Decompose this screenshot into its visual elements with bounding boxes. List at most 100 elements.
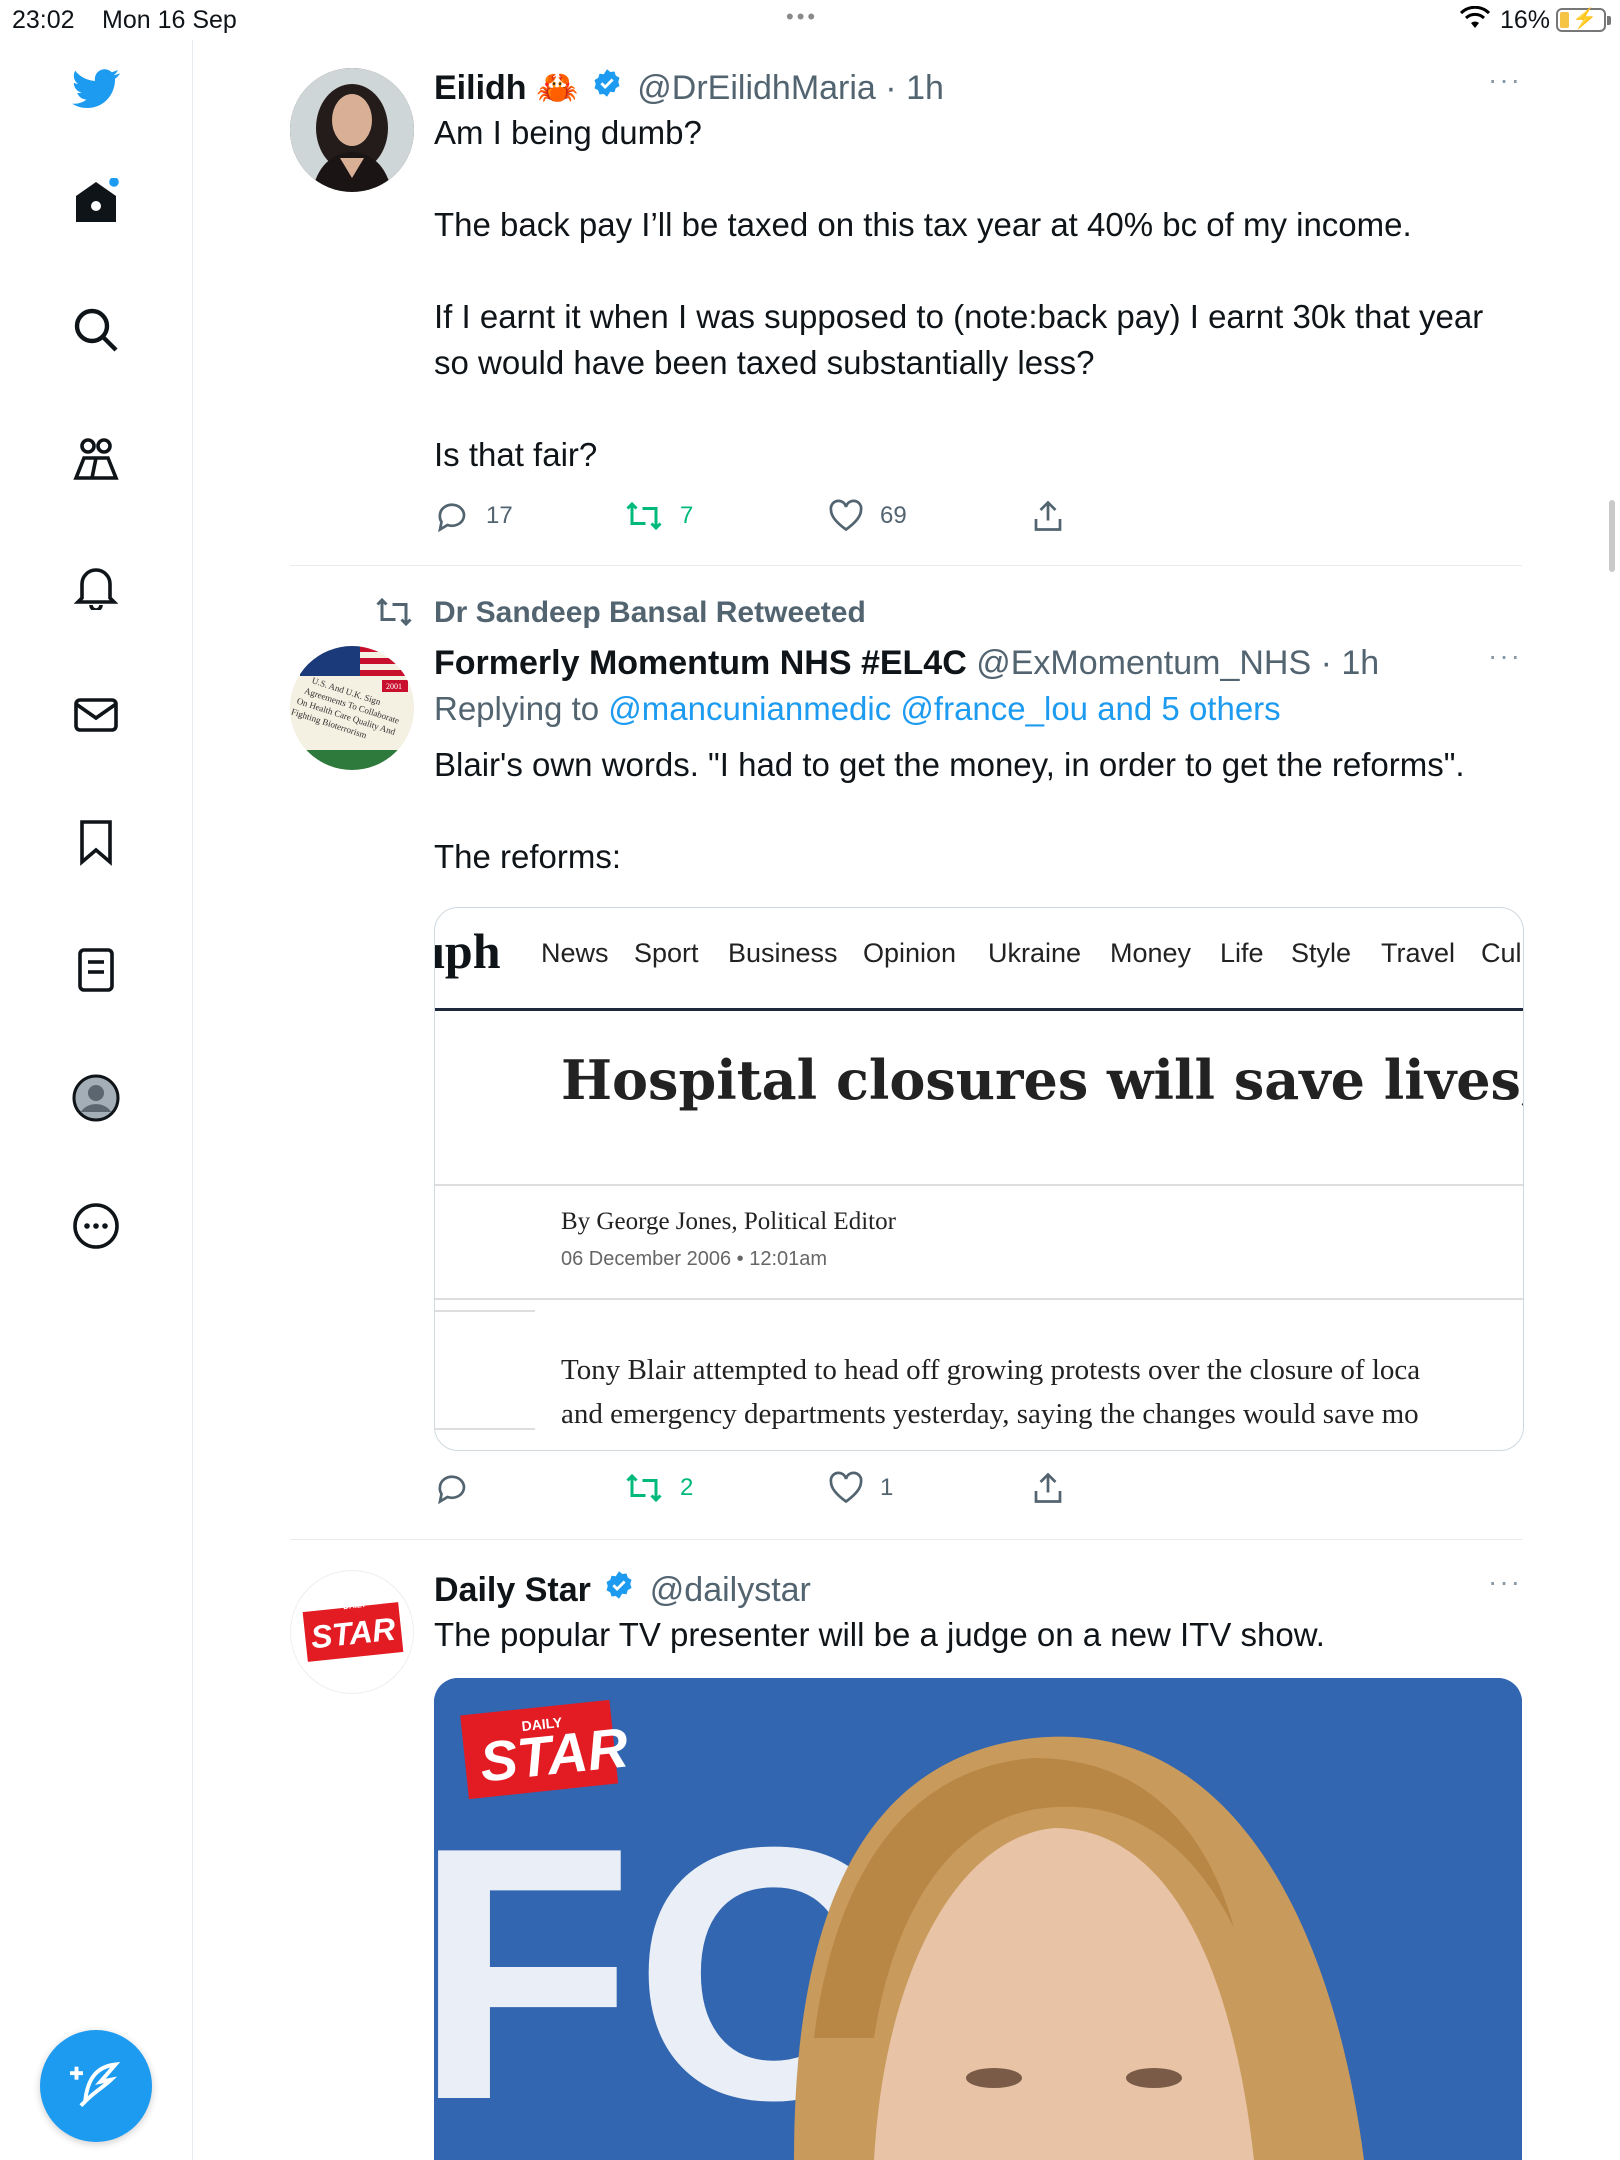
bell-icon[interactable]	[64, 554, 128, 618]
nav-item: Cul	[1481, 938, 1522, 968]
author-name[interactable]: Daily Star	[434, 1571, 591, 1609]
tweet-paragraph: The reforms:	[434, 838, 622, 875]
crab-emoji: 🦀	[536, 68, 579, 107]
retweet-indicator-icon	[374, 594, 414, 634]
retweeted-by[interactable]: Dr Sandeep Bansal Retweeted	[434, 590, 866, 636]
like-count: 1	[880, 1474, 894, 1501]
share-icon	[1034, 1472, 1062, 1503]
sidebar	[0, 40, 193, 2160]
nav-item: Travel	[1381, 938, 1456, 968]
nav-item: Style	[1291, 938, 1352, 968]
share-button[interactable]	[1030, 1470, 1066, 1506]
author-name[interactable]: Eilidh	[434, 69, 527, 107]
article-headline: Hospital closures will save lives, says …	[561, 1048, 1523, 1112]
retweet-button[interactable]: 2	[624, 1470, 693, 1506]
wifi-icon	[1459, 5, 1491, 37]
nav-item: Life	[1220, 938, 1264, 968]
article-date: 06 December 2006 • 12:01am	[561, 1248, 828, 1270]
compose-button[interactable]	[40, 2030, 152, 2142]
more-icon[interactable]	[64, 1194, 128, 1258]
nav-item: Ukraine	[988, 938, 1082, 968]
scrollbar[interactable]	[1609, 500, 1615, 572]
more-options-icon[interactable]: ···	[1488, 640, 1522, 672]
share-icon	[1034, 500, 1062, 531]
status-bar: 23:02 Mon 16 Sep ••• 16% ⚡	[0, 0, 1620, 40]
compose-icon	[70, 2058, 122, 2115]
like-button[interactable]: 1	[828, 1470, 893, 1506]
nav-item: Opinion	[863, 938, 957, 968]
verified-badge-icon	[604, 1566, 634, 1612]
divider	[290, 1539, 1522, 1540]
retweet-icon	[626, 1473, 662, 1503]
lists-icon[interactable]	[64, 938, 128, 1002]
replying-to: Replying to @mancunianmedic @france_lou …	[434, 686, 1522, 732]
reply-count: 17	[486, 502, 513, 529]
status-date: Mon 16 Sep	[102, 6, 237, 34]
nav-item: News	[541, 938, 609, 968]
tweet-media-image[interactable]: FOX STAR DAILY	[434, 1678, 1522, 2160]
replying-prefix: Replying to	[434, 690, 600, 727]
reply-icon	[438, 503, 466, 533]
replying-to-links[interactable]: @mancunianmedic @france_lou and 5 others	[608, 690, 1280, 727]
link-preview-card[interactable]: ıph News Sport Business Opinion Ukraine …	[434, 907, 1524, 1451]
tweet-paragraph: Blair's own words. "I had to get the mon…	[434, 746, 1465, 783]
nav-item: Money	[1110, 938, 1192, 968]
tweet-paragraph: Am I being dumb?	[434, 114, 702, 151]
author-handle[interactable]: @ExMomentum_NHS	[976, 644, 1311, 682]
search-icon[interactable]	[64, 298, 128, 362]
heart-icon	[829, 499, 863, 532]
heart-icon	[829, 1471, 863, 1504]
article-byline: By George Jones, Political Editor	[561, 1208, 896, 1235]
article-excerpt: Tony Blair attempted to head off growing…	[561, 1348, 1420, 1436]
profile-icon[interactable]	[64, 1066, 128, 1130]
avatar[interactable]	[290, 68, 414, 192]
tweet-time[interactable]: · 1h	[885, 69, 944, 107]
reply-button[interactable]: 17	[434, 498, 513, 534]
tweet-header: Daily Star @dailystar	[434, 1566, 1522, 1612]
like-button[interactable]: 69	[828, 498, 907, 534]
tweet-text: Am I being dumb? The back pay I’ll be ta…	[434, 110, 1522, 478]
nav-item: Business	[728, 938, 838, 968]
author-handle[interactable]: @DrEilidhMaria	[637, 69, 876, 107]
battery-icon: ⚡	[1556, 8, 1606, 32]
more-options-icon[interactable]: ···	[1488, 1566, 1522, 1598]
battery-percent: 16%	[1500, 6, 1551, 34]
publication-logo: ıph	[434, 923, 501, 979]
retweet-button[interactable]: 7	[624, 498, 693, 534]
author-name[interactable]: Formerly Momentum NHS #EL4C	[434, 644, 967, 682]
excerpt-line: Tony Blair attempted to head off growing…	[561, 1354, 1421, 1386]
verified-badge-icon	[592, 64, 622, 110]
share-button[interactable]	[1030, 498, 1066, 534]
svg-text:2001: 2001	[386, 682, 402, 691]
communities-icon[interactable]	[64, 426, 128, 490]
bookmark-icon[interactable]	[64, 810, 128, 874]
tweet-paragraph: The back pay I’ll be taxed on this tax y…	[434, 206, 1412, 243]
avatar[interactable]: 2001 U.S. And U.K. Sign Agreements To Coll…	[290, 646, 414, 770]
author-handle[interactable]: @dailystar	[650, 1571, 811, 1609]
tweet-paragraph: Is that fair?	[434, 436, 598, 473]
nav-item: Sport	[634, 938, 699, 968]
retweet-icon	[626, 501, 662, 531]
tweet-text: Blair's own words. "I had to get the mon…	[434, 742, 1522, 880]
avatar[interactable]: STAR DAILY	[290, 1570, 414, 1694]
status-time: 23:02	[12, 6, 75, 34]
twitter-bird-icon[interactable]	[64, 56, 128, 120]
mail-icon[interactable]	[64, 682, 128, 746]
reply-button[interactable]	[434, 1470, 486, 1506]
like-count: 69	[880, 502, 907, 529]
reply-icon	[438, 1475, 466, 1505]
tweet-header: Eilidh 🦀 @DrEilidhMaria · 1h	[434, 64, 1522, 110]
more-options-icon[interactable]: ···	[1488, 64, 1522, 96]
retweet-count: 7	[680, 502, 694, 529]
tweet-time[interactable]: · 1h	[1321, 644, 1380, 682]
multitasking-dots-icon[interactable]: •••	[786, 4, 818, 30]
tweet-header: Formerly Momentum NHS #EL4C @ExMomentum_…	[434, 640, 1522, 686]
home-icon[interactable]	[64, 170, 128, 234]
article-nav: ıph News Sport Business Opinion Ukraine …	[435, 908, 1523, 1011]
daily-star-logo: STAR	[302, 1602, 404, 1662]
tweet-text: The popular TV presenter will be a judge…	[434, 1616, 1325, 1653]
excerpt-line: and emergency departments yesterday, say…	[561, 1398, 1419, 1430]
tweet-paragraph: If I earnt it when I was supposed to (no…	[434, 298, 1484, 381]
retweet-count: 2	[680, 1474, 694, 1501]
divider	[290, 565, 1522, 566]
